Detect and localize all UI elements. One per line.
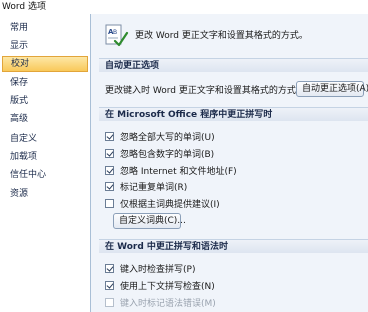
checkbox-box[interactable] [105, 166, 114, 175]
sidebar-item-advanced[interactable]: 高级 [2, 111, 88, 127]
contextual-spelling-checkbox[interactable]: 使用上下文拼写检查(N) [105, 279, 215, 292]
sidebar-item-trust-center[interactable]: 信任中心 [2, 167, 88, 183]
section-autocorrect-title: 自动更正选项 [99, 58, 368, 72]
ignore-uppercase-checkbox[interactable]: 忽略全部大写的单词(U) [105, 130, 215, 143]
abc-spellcheck-icon: A B [105, 24, 129, 48]
sidebar-item-save[interactable]: 保存 [2, 75, 88, 91]
sidebar-item-display[interactable]: 显示 [2, 38, 88, 54]
section-word-spelling-title: 在 Word 中更正拼写和语法时 [99, 239, 368, 253]
checkbox-box[interactable] [105, 281, 114, 290]
section-office-spelling-title: 在 Microsoft Office 程序中更正拼写时 [99, 107, 368, 121]
svg-text:B: B [113, 29, 117, 36]
autocorrect-description: 更改键入时 Word 更正文字和设置其格式的方式: [105, 86, 299, 96]
checkbox-label: 键入时检查拼写(P) [120, 265, 196, 275]
checkbox-box[interactable] [105, 132, 114, 141]
checkbox-label: 使用上下文拼写检查(N) [120, 282, 215, 292]
checkbox-label: 忽略 Internet 和文件地址(F) [120, 167, 237, 177]
proofing-panel: A B 更改 Word 更正文字和设置其格式的方式。 自动更正选项 更改键入时 … [91, 14, 368, 312]
checkbox-box[interactable] [105, 149, 114, 158]
options-sidebar: 常用 显示 校对 保存 版式 高级 自定义 加载项 信任中心 资源 [0, 14, 91, 312]
checkbox-box[interactable] [105, 199, 114, 208]
sidebar-item-resources[interactable]: 资源 [2, 186, 88, 202]
ignore-numbers-checkbox[interactable]: 忽略包含数字的单词(B) [105, 147, 214, 160]
mark-grammar-errors-checkbox[interactable]: 键入时标记语法错误(M) [105, 296, 216, 309]
ignore-internet-addresses-checkbox[interactable]: 忽略 Internet 和文件地址(F) [105, 164, 237, 177]
custom-dictionaries-button[interactable]: 自定义词典(C)... [113, 213, 186, 229]
checkbox-box[interactable] [105, 264, 114, 273]
sidebar-item-addins[interactable]: 加载项 [2, 149, 88, 165]
sidebar-item-popular[interactable]: 常用 [2, 20, 88, 36]
sidebar-item-layout[interactable]: 版式 [2, 93, 88, 109]
sidebar-item-proofing[interactable]: 校对 [2, 56, 88, 72]
check-spelling-as-you-type-checkbox[interactable]: 键入时检查拼写(P) [105, 262, 195, 275]
checkbox-box[interactable] [105, 182, 114, 191]
checkbox-box[interactable] [105, 298, 114, 307]
checkbox-label: 标记重复单词(R) [120, 183, 188, 193]
sidebar-item-customize[interactable]: 自定义 [2, 131, 88, 147]
checkbox-label: 忽略包含数字的单词(B) [120, 150, 215, 160]
checkbox-label: 忽略全部大写的单词(U) [120, 133, 215, 143]
autocorrect-options-button[interactable]: 自动更正选项(A)... [296, 81, 368, 97]
checkbox-label: 仅根据主词典提供建议(I) [120, 200, 220, 210]
main-dictionary-only-checkbox[interactable]: 仅根据主词典提供建议(I) [105, 197, 220, 210]
window-title: Word 选项 [0, 0, 368, 14]
checkbox-label: 键入时标记语法错误(M) [120, 299, 216, 309]
flag-repeated-words-checkbox[interactable]: 标记重复单词(R) [105, 180, 187, 193]
page-description: 更改 Word 更正文字和设置其格式的方式。 [135, 31, 308, 41]
